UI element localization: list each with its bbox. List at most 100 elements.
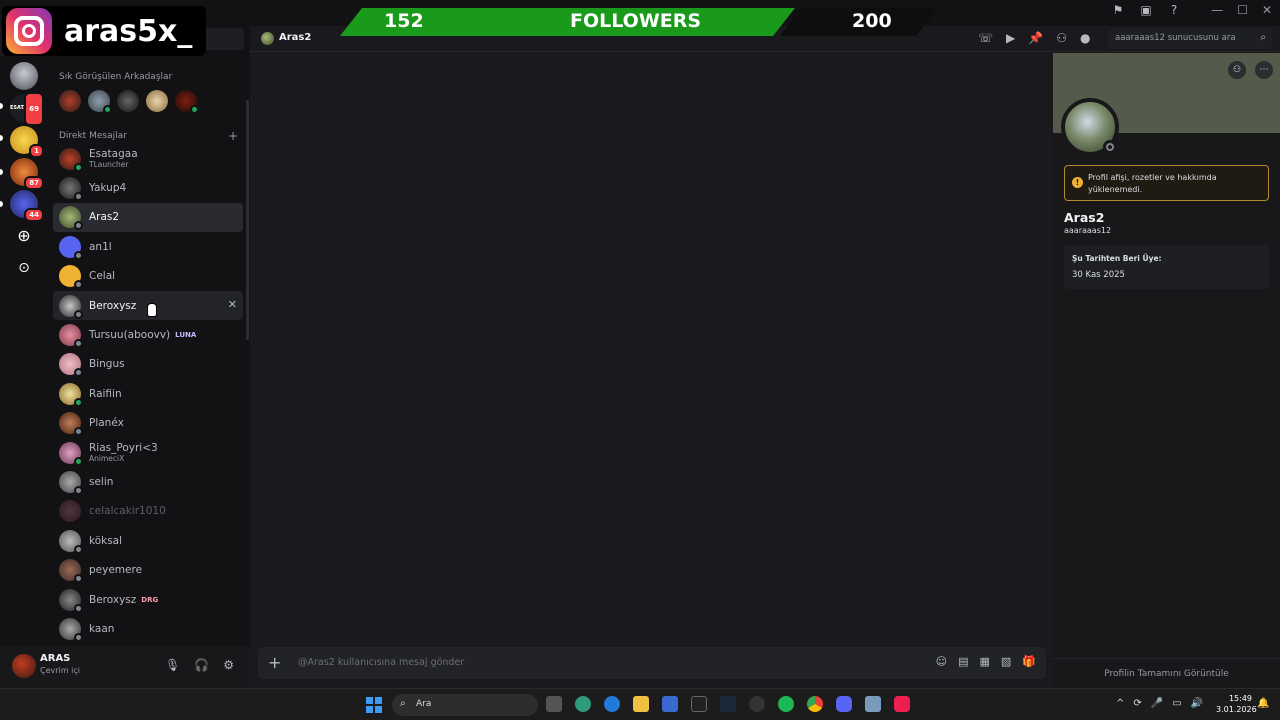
- avatar: [59, 177, 83, 202]
- more-options-icon[interactable]: ⋯: [1255, 61, 1273, 79]
- dm-item-active[interactable]: Aras2: [53, 202, 243, 233]
- dm-item[interactable]: Yakup4: [53, 173, 243, 202]
- profile-display-name: Aras2: [1064, 210, 1105, 225]
- offline-status: [74, 280, 83, 290]
- clock-time: 15:49: [1228, 694, 1252, 703]
- dm-scrollbar[interactable]: [246, 100, 249, 340]
- server-icon[interactable]: 1: [10, 126, 44, 158]
- dm-item[interactable]: Rias_Poyri<3 AnimeciX: [53, 438, 243, 467]
- inbox-flag-icon[interactable]: ⚑: [1110, 3, 1126, 19]
- attach-plus-icon[interactable]: +: [268, 653, 281, 672]
- discord-icon[interactable]: [836, 696, 852, 712]
- microphone-icon[interactable]: 🎙: [165, 658, 180, 672]
- start-button[interactable]: [366, 697, 382, 713]
- offline-status: [74, 632, 83, 642]
- follower-goal: 200: [852, 10, 892, 32]
- minimize-icon[interactable]: —: [1211, 3, 1223, 17]
- user-avatar[interactable]: [12, 654, 36, 678]
- server-esatagaa[interactable]: ESATAGAA69: [10, 92, 44, 126]
- server-icon[interactable]: 87: [10, 158, 44, 190]
- dm-item[interactable]: Tursuu(aboovv) LUNA: [53, 320, 243, 349]
- gift-icon[interactable]: 🎁: [1022, 655, 1036, 668]
- maximize-icon[interactable]: ☐: [1237, 3, 1248, 17]
- tiktok-icon[interactable]: [894, 696, 910, 712]
- offline-status: [74, 427, 83, 437]
- friend-avatar[interactable]: [146, 90, 168, 112]
- message-composer[interactable]: + @Aras2 kullanıcısına mesaj gönder ☺ ▤ …: [258, 647, 1046, 679]
- steam-icon[interactable]: [720, 696, 736, 712]
- friend-avatar[interactable]: [175, 90, 199, 114]
- create-dm-icon[interactable]: +: [228, 129, 238, 143]
- dm-item[interactable]: köksal: [53, 526, 243, 555]
- guild-tag: DRG: [141, 595, 159, 604]
- server-search-input[interactable]: aaaraaas12 sunucusunu ara ⌕: [1108, 29, 1272, 49]
- app-icon[interactable]: [865, 696, 881, 712]
- dm-item[interactable]: Beroxysz DRG: [53, 585, 243, 614]
- add-friends-to-dm-icon[interactable]: ⚇: [1056, 31, 1067, 45]
- friend-avatar[interactable]: [88, 90, 112, 114]
- taskbar-search[interactable]: ⌕ Ara: [392, 694, 538, 716]
- discover-icon[interactable]: ⊙: [10, 254, 38, 282]
- offline-status: [74, 603, 83, 613]
- inbox-icon[interactable]: ▣: [1138, 3, 1154, 19]
- microphone-icon[interactable]: 🎤: [1151, 698, 1163, 709]
- network-icon[interactable]: ▭: [1172, 698, 1181, 709]
- clock[interactable]: 15:49 3.01.2026: [1216, 693, 1257, 715]
- user-profile-icon[interactable]: ●: [1080, 31, 1090, 45]
- offline-status: [74, 485, 83, 495]
- server-icon[interactable]: 44: [10, 190, 44, 222]
- close-icon[interactable]: ✕: [1262, 3, 1272, 17]
- member-since-title: Şu Tarihten Beri Üye:: [1072, 254, 1162, 263]
- task-view-icon[interactable]: [546, 696, 562, 712]
- clock-date: 3.01.2026: [1216, 705, 1257, 714]
- store-icon[interactable]: [662, 696, 678, 712]
- close-dm-icon[interactable]: ✕: [228, 298, 237, 311]
- edge-icon[interactable]: [604, 696, 620, 712]
- pinned-messages-icon[interactable]: 📌: [1028, 31, 1043, 45]
- app-icon[interactable]: [749, 696, 765, 712]
- add-server-icon[interactable]: ⊕: [10, 222, 38, 250]
- chrome-icon[interactable]: [807, 696, 823, 712]
- volume-icon[interactable]: 🔊: [1191, 698, 1203, 709]
- notification-bell-icon[interactable]: 🔔: [1257, 698, 1269, 709]
- tray-chevron-icon[interactable]: ^: [1116, 698, 1124, 709]
- mouse-cursor: [147, 303, 157, 317]
- sticker-icon[interactable]: ▦: [979, 655, 989, 668]
- dm-name: peyemere: [89, 564, 143, 577]
- avatar: [59, 617, 83, 642]
- avatar: [59, 206, 83, 231]
- file-explorer-icon[interactable]: [633, 696, 649, 712]
- add-friend-icon[interactable]: ⚇: [1228, 61, 1246, 79]
- help-icon[interactable]: ?: [1166, 3, 1182, 19]
- dm-item[interactable]: peyemere: [53, 555, 243, 584]
- dm-home-avatar[interactable]: [10, 62, 38, 90]
- epic-games-icon[interactable]: [691, 696, 707, 712]
- dm-item[interactable]: Celal: [53, 262, 243, 291]
- dm-item[interactable]: Planéx: [53, 409, 243, 438]
- dm-item[interactable]: kaan: [53, 614, 243, 643]
- settings-gear-icon[interactable]: ⚙: [223, 658, 234, 672]
- friend-avatar[interactable]: [59, 90, 81, 112]
- sync-icon[interactable]: ⟳: [1133, 698, 1141, 709]
- composer-actions: ☺ ▤ ▦ ▧ 🎁: [936, 655, 1036, 668]
- dm-item[interactable]: celalcakir1010: [53, 497, 243, 526]
- avatar: [59, 529, 83, 554]
- emoji-icon[interactable]: ☺: [936, 655, 947, 668]
- dm-item[interactable]: Esatagaa TLauncher: [53, 144, 243, 173]
- dm-item[interactable]: Bingus: [53, 350, 243, 379]
- edge-dev-icon[interactable]: [575, 696, 591, 712]
- offline-status: [74, 368, 83, 378]
- offline-status: [74, 250, 83, 260]
- friend-avatar[interactable]: [117, 90, 139, 112]
- image-icon[interactable]: ▧: [1001, 655, 1011, 668]
- gif-icon[interactable]: ▤: [958, 655, 968, 668]
- view-full-profile-link[interactable]: Profilin Tamamını Görüntüle: [1053, 658, 1280, 688]
- online-status: [190, 105, 199, 114]
- headphones-icon[interactable]: 🎧: [194, 658, 209, 672]
- video-call-icon[interactable]: ▶: [1006, 31, 1015, 45]
- dm-item[interactable]: selin: [53, 467, 243, 496]
- voice-call-icon[interactable]: ☏: [978, 31, 993, 45]
- dm-item[interactable]: an1l: [53, 232, 243, 261]
- spotify-icon[interactable]: [778, 696, 794, 712]
- dm-item[interactable]: Raifiin: [53, 379, 243, 408]
